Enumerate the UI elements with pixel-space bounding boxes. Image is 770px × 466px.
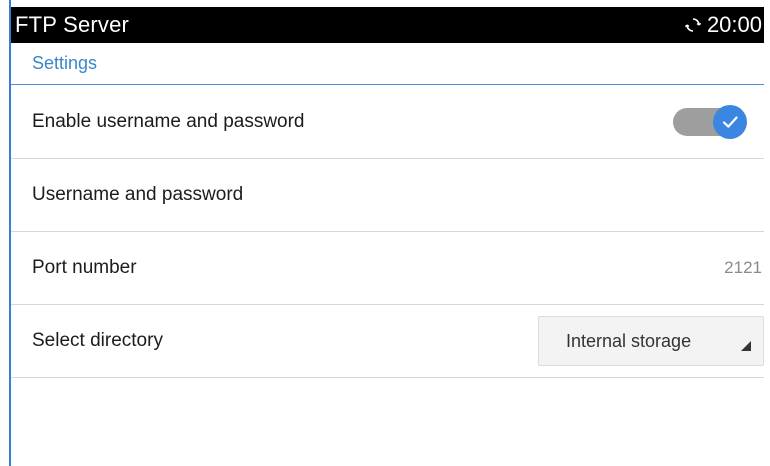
- check-icon: [722, 116, 738, 128]
- username-password-row[interactable]: Username and password: [11, 159, 764, 232]
- enable-username-password-toggle[interactable]: [673, 105, 751, 139]
- enable-username-password-row[interactable]: Enable username and password: [11, 86, 764, 159]
- enable-username-password-label: Enable username and password: [32, 111, 305, 132]
- port-number-row[interactable]: Port number 2121: [11, 232, 764, 305]
- select-directory-row: Select directory Internal storage: [11, 305, 764, 378]
- ftp-server-screen: FTP Server 20:00 Settings Enable usernam…: [0, 0, 770, 466]
- toggle-knob: [713, 105, 747, 139]
- app-title: FTP Server: [15, 12, 130, 37]
- title-bar: FTP Server 20:00: [11, 7, 764, 43]
- status-area: 20:00: [684, 12, 764, 38]
- username-password-label: Username and password: [32, 184, 244, 205]
- select-directory-label: Select directory: [32, 330, 163, 351]
- directory-dropdown-value: Internal storage: [566, 330, 692, 351]
- port-number-value: 2121: [724, 258, 762, 277]
- directory-dropdown[interactable]: Internal storage: [538, 316, 764, 366]
- port-number-label: Port number: [32, 257, 137, 278]
- dropdown-arrow-icon: [741, 341, 751, 351]
- clock-time: 20:00: [706, 12, 762, 37]
- section-title: Settings: [32, 53, 98, 73]
- settings-section-header: Settings: [11, 43, 764, 85]
- sync-icon: [684, 18, 701, 32]
